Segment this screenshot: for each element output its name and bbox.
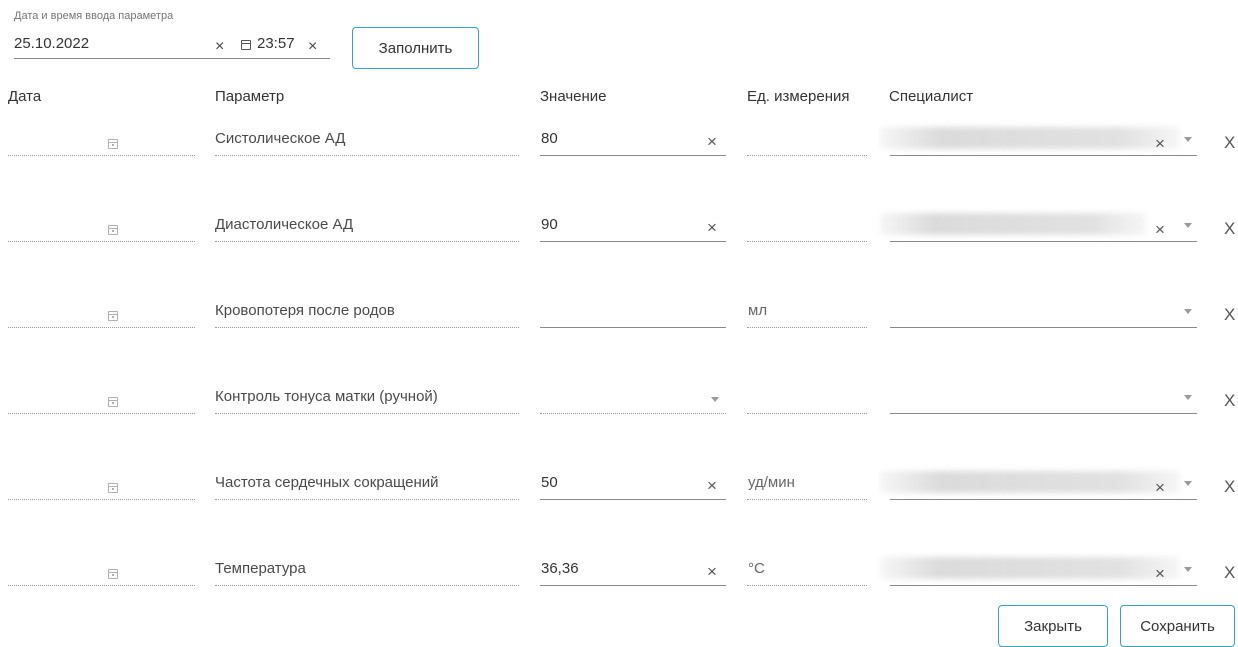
- date-input[interactable]: 25.10.2022: [14, 35, 89, 52]
- chevron-down-icon[interactable]: [1184, 223, 1192, 228]
- row-parameter-underline: [215, 499, 519, 500]
- row-parameter-underline: [215, 585, 519, 586]
- clear-value-icon[interactable]: ×: [707, 132, 717, 152]
- row-specialist-underline: [890, 241, 1197, 242]
- time-input[interactable]: 23:57: [257, 35, 295, 52]
- row-unit-underline: [747, 241, 867, 242]
- calendar-icon[interactable]: [108, 311, 118, 321]
- row-parameter-underline: [215, 327, 519, 328]
- calendar-icon[interactable]: [108, 225, 118, 235]
- row-date-field[interactable]: [8, 327, 195, 328]
- column-header-value: Значение: [540, 88, 607, 105]
- calendar-icon[interactable]: [108, 569, 118, 579]
- row-unit-underline: [747, 155, 867, 156]
- row-specialist-underline: [890, 155, 1197, 156]
- chevron-down-icon[interactable]: [1184, 481, 1192, 486]
- datetime-label: Дата и время ввода параметра: [14, 10, 174, 22]
- remove-row-icon[interactable]: X: [1224, 477, 1235, 497]
- row-unit-underline: [747, 413, 867, 414]
- row-specialist-underline: [890, 499, 1197, 500]
- calendar-icon[interactable]: [108, 397, 118, 407]
- row-unit-label: °C: [748, 560, 765, 577]
- row-parameter-label: Температура: [215, 560, 306, 577]
- chevron-down-icon[interactable]: [1184, 309, 1192, 314]
- remove-row-icon[interactable]: X: [1224, 391, 1235, 411]
- calendar-icon[interactable]: [108, 139, 118, 149]
- chevron-down-icon[interactable]: [711, 397, 719, 402]
- specialist-value[interactable]: [880, 213, 1146, 235]
- chevron-down-icon[interactable]: [1184, 567, 1192, 572]
- clear-value-icon[interactable]: ×: [707, 476, 717, 496]
- row-value-input[interactable]: 90: [541, 216, 558, 233]
- row-parameter-label: Кровопотеря после родов: [215, 302, 395, 319]
- calendar-icon[interactable]: [241, 40, 251, 50]
- fill-button[interactable]: Заполнить: [352, 27, 479, 69]
- clear-value-icon[interactable]: ×: [707, 562, 717, 582]
- row-value-select[interactable]: [540, 413, 726, 414]
- row-date-field[interactable]: [8, 499, 195, 500]
- clear-specialist-icon[interactable]: ×: [1155, 564, 1165, 584]
- row-unit-label: уд/мин: [748, 474, 795, 491]
- row-parameter-label: Контроль тонуса матки (ручной): [215, 388, 438, 405]
- row-unit-label: мл: [748, 302, 768, 319]
- row-unit-underline: [747, 585, 867, 586]
- calendar-icon[interactable]: [108, 483, 118, 493]
- chevron-down-icon[interactable]: [1184, 395, 1192, 400]
- row-date-field[interactable]: [8, 241, 195, 242]
- row-date-field[interactable]: [8, 585, 195, 586]
- row-value-input[interactable]: 36,36: [541, 560, 579, 577]
- specialist-value[interactable]: [880, 471, 1180, 493]
- row-value-input[interactable]: 50: [541, 474, 558, 491]
- row-specialist-underline: [890, 413, 1197, 414]
- row-parameter-label: Диастолическое АД: [215, 216, 354, 233]
- row-unit-underline: [747, 499, 867, 500]
- specialist-value[interactable]: [880, 557, 1180, 579]
- row-parameter-underline: [215, 241, 519, 242]
- row-value-underline: [540, 499, 726, 500]
- clear-date-icon[interactable]: ×: [215, 39, 224, 55]
- row-value-underline: [540, 585, 726, 586]
- remove-row-icon[interactable]: X: [1224, 219, 1235, 239]
- row-value-input[interactable]: 80: [541, 130, 558, 147]
- remove-row-icon[interactable]: X: [1224, 133, 1235, 153]
- specialist-value[interactable]: [880, 127, 1180, 149]
- remove-row-icon[interactable]: X: [1224, 563, 1235, 583]
- row-value-underline: [540, 241, 726, 242]
- clear-specialist-icon[interactable]: ×: [1155, 478, 1165, 498]
- column-header-specialist: Специалист: [889, 88, 974, 105]
- row-specialist-underline: [890, 585, 1197, 586]
- row-value-underline: [540, 327, 726, 328]
- row-date-field[interactable]: [8, 413, 195, 414]
- row-parameter-underline: [215, 413, 519, 414]
- clear-value-icon[interactable]: ×: [707, 218, 717, 238]
- clear-specialist-icon[interactable]: ×: [1155, 134, 1165, 154]
- datetime-underline: [14, 58, 330, 59]
- clear-time-icon[interactable]: ×: [308, 39, 317, 55]
- clear-specialist-icon[interactable]: ×: [1155, 220, 1165, 240]
- chevron-down-icon[interactable]: [1184, 137, 1192, 142]
- column-header-parameter: Параметр: [215, 88, 285, 105]
- column-header-date: Дата: [8, 88, 42, 105]
- row-parameter-underline: [215, 155, 519, 156]
- row-date-field[interactable]: [8, 155, 195, 156]
- row-unit-underline: [747, 327, 867, 328]
- row-specialist-underline: [890, 327, 1197, 328]
- row-parameter-label: Частота сердечных сокращений: [215, 474, 439, 491]
- column-header-unit: Ед. измерения: [747, 88, 850, 105]
- remove-row-icon[interactable]: X: [1224, 305, 1235, 325]
- row-parameter-label: Систолическое АД: [215, 130, 346, 147]
- row-value-underline: [540, 155, 726, 156]
